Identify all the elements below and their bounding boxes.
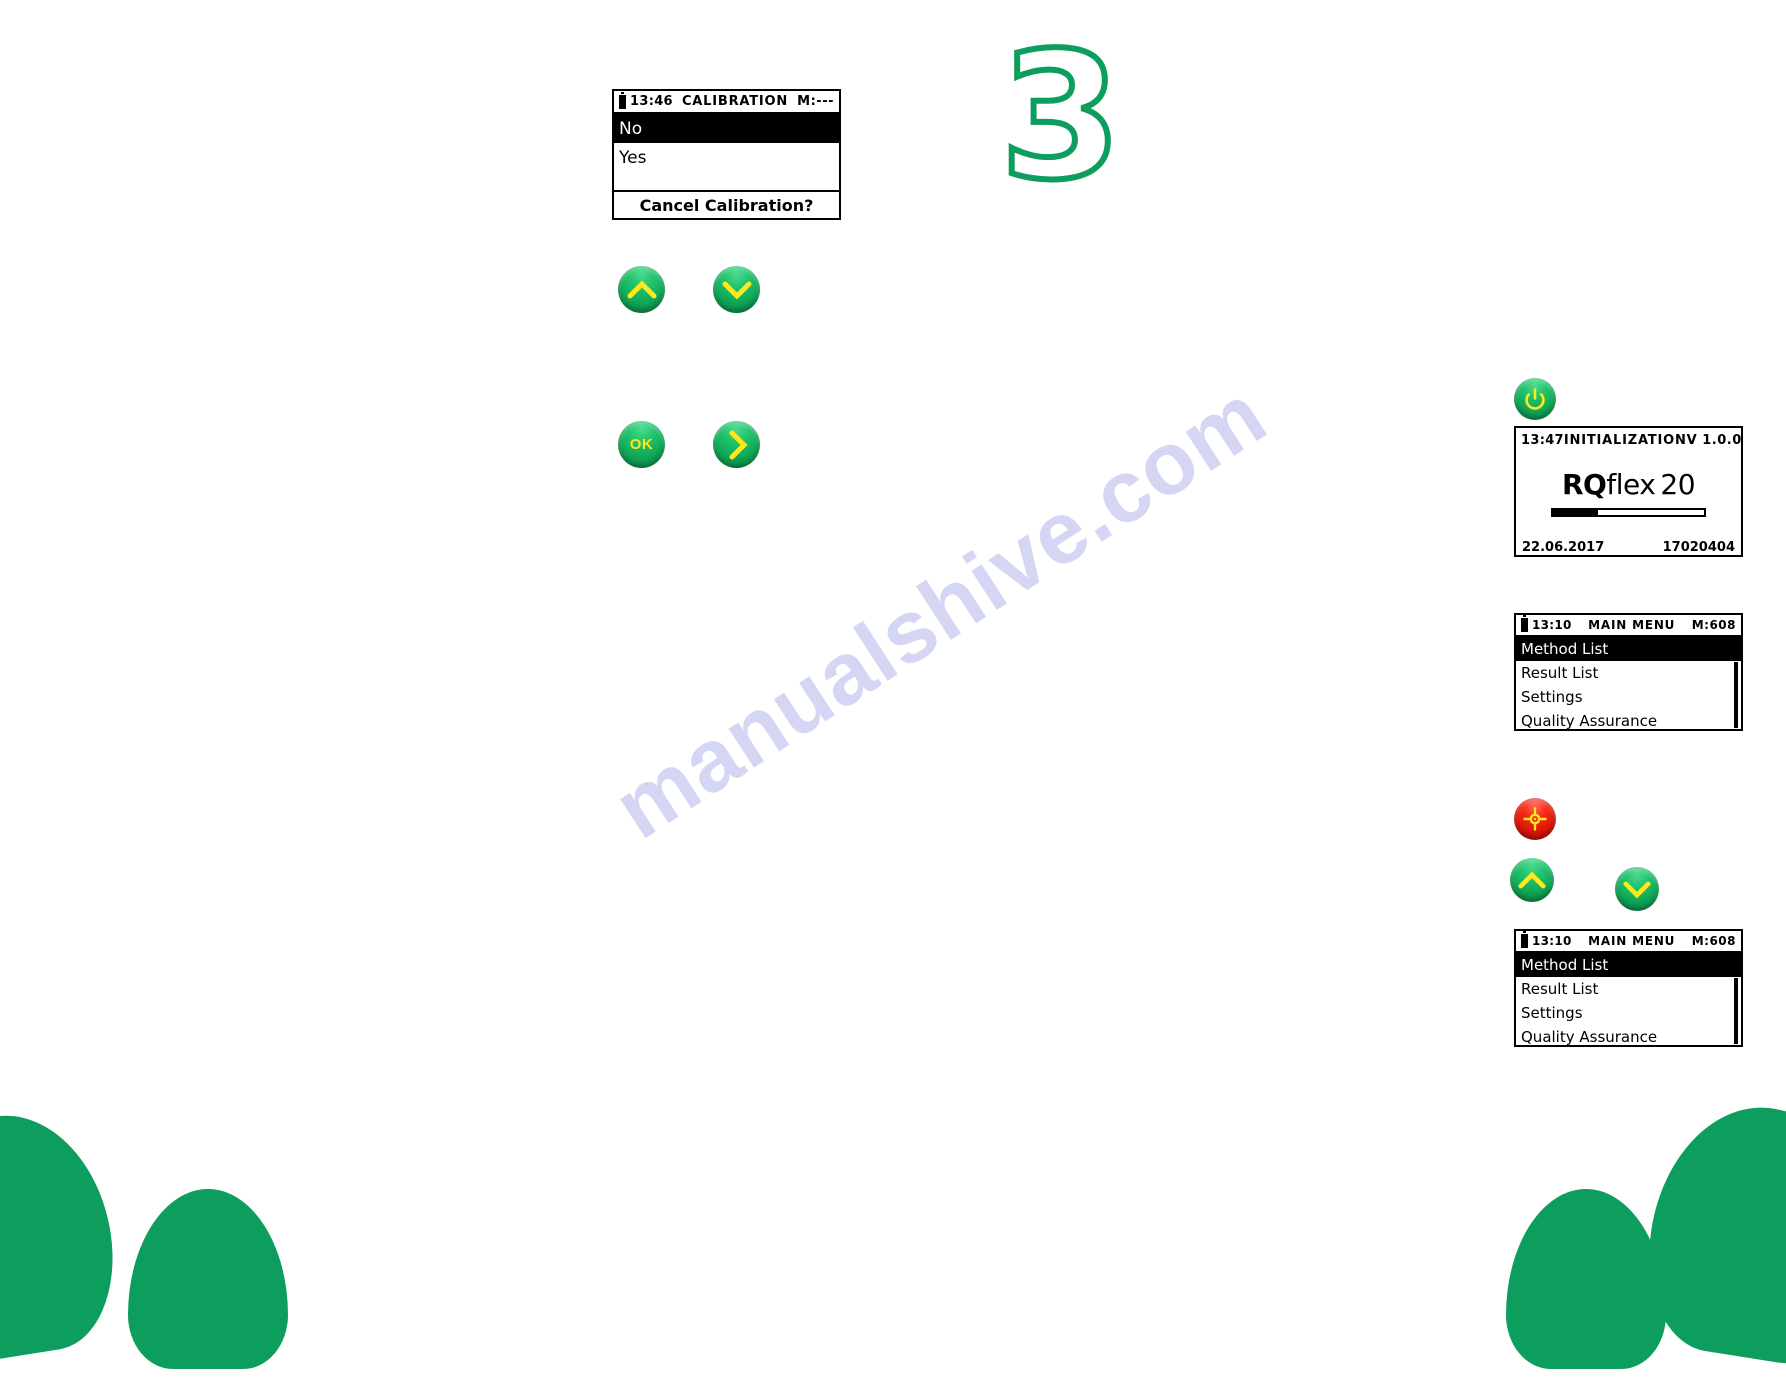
initialization-body: RQflex 20 22.06.2017 17020404 [1516,452,1741,559]
chevron-down-icon [722,280,752,300]
main-menu-item-quality-assurance[interactable]: Quality Assurance [1516,1025,1741,1049]
main-menu-item-method-list[interactable]: Method List [1516,953,1741,977]
lcd-title: INITIALIZATION [1563,432,1687,448]
lcd-time: 13:10 [1532,618,1572,632]
button-down[interactable] [713,266,760,313]
lcd-screen-main-menu-1: 13:10 MAIN MENU M:608 Method List Result… [1514,613,1743,731]
decorative-leaf-bottom-left-large [0,1101,128,1375]
scrollbar[interactable] [1734,978,1738,1044]
logo-part-flex: flex [1606,468,1656,501]
calibration-option-label: Yes [619,147,647,168]
main-menu-item-label: Result List [1521,980,1599,998]
lcd-header-initialization: 13:47 INITIALIZATION V 1.0.0 [1516,428,1741,452]
main-menu-list: Method List Result List Settings Quality… [1516,953,1741,1046]
lcd-title: MAIN MENU [1588,934,1676,948]
lcd-header-main-menu: 13:10 MAIN MENU M:608 [1516,931,1741,953]
decorative-leaf-bottom-left-small [128,1189,288,1369]
watermark-text: manualshive.com [596,363,1283,858]
logo-part-rq: RQ [1561,468,1607,501]
main-menu-item-settings[interactable]: Settings [1516,685,1741,709]
rqflex-logo: RQflex 20 [1516,468,1741,501]
main-menu-item-label: Method List [1521,956,1609,974]
main-menu-item-label: Result List [1521,664,1599,682]
button-ok[interactable]: OK [618,421,665,468]
lcd-screen-main-menu-2: 13:10 MAIN MENU M:608 Method List Result… [1514,929,1743,1047]
chevron-up-icon [627,279,657,300]
chevron-right-icon [727,430,748,460]
decorative-leaf-bottom-right-small [1506,1189,1666,1369]
button-down[interactable] [1615,867,1659,911]
main-menu-item-settings[interactable]: Settings [1516,1001,1741,1025]
main-menu-item-quality-assurance[interactable]: Quality Assurance [1516,709,1741,733]
lcd-title: CALIBRATION [681,94,789,109]
lcd-header-calibration: 13:46 CALIBRATION M:--- [614,91,839,114]
chevron-up-icon [1518,871,1546,890]
calibration-prompt: Cancel Calibration? [614,190,839,218]
calibration-option-label: No [619,118,643,139]
battery-icon [1521,615,1528,632]
power-icon [1523,387,1547,411]
button-ok-label: OK [629,436,654,453]
main-menu-item-label: Settings [1521,688,1583,706]
lcd-time: 13:10 [1532,934,1572,948]
initialization-date: 22.06.2017 [1522,540,1605,555]
initialization-serial-number: 17020404 [1662,540,1735,555]
main-menu-item-result-list[interactable]: Result List [1516,977,1741,1001]
initialization-progress-fill [1553,510,1599,515]
lcd-memory-count: M:608 [1691,618,1736,632]
lcd-memory-count: M:608 [1691,934,1736,948]
main-menu-item-method-list[interactable]: Method List [1516,637,1741,661]
main-menu-item-label: Quality Assurance [1521,1028,1658,1046]
battery-icon [619,91,626,109]
chevron-down-icon [1623,880,1651,899]
lcd-header-main-menu: 13:10 MAIN MENU M:608 [1516,615,1741,637]
button-measure[interactable] [1514,798,1556,840]
lcd-time: 13:46 [630,94,673,109]
main-menu-list: Method List Result List Settings Quality… [1516,637,1741,730]
button-up[interactable] [618,266,665,313]
calibration-option-yes[interactable]: Yes [614,143,839,172]
scrollbar[interactable] [1734,662,1738,728]
measure-crosshair-icon [1523,807,1547,831]
main-menu-item-result-list[interactable]: Result List [1516,661,1741,685]
initialization-progress-bar [1551,508,1706,517]
calibration-option-no[interactable]: No [614,114,839,143]
step-number: 3 [997,16,1125,219]
main-menu-item-label: Settings [1521,1004,1583,1022]
button-up[interactable] [1510,858,1554,902]
lcd-title: MAIN MENU [1588,618,1676,632]
lcd-time: 13:47 [1521,432,1564,448]
lcd-memory-count: M:--- [797,94,834,109]
lcd-screen-calibration: 13:46 CALIBRATION M:--- No Yes Cancel Ca… [612,89,841,220]
initialization-footer: 22.06.2017 17020404 [1522,540,1735,555]
button-power[interactable] [1514,378,1556,420]
logo-part-20: 20 [1660,468,1696,501]
lcd-firmware-version: V 1.0.0 [1686,432,1742,448]
calibration-option-list: No Yes [614,114,839,190]
button-right[interactable] [713,421,760,468]
main-menu-item-label: Method List [1521,640,1609,658]
lcd-screen-initialization: 13:47 INITIALIZATION V 1.0.0 RQflex 20 2… [1514,426,1743,557]
main-menu-item-label: Quality Assurance [1521,712,1658,730]
battery-icon [1521,931,1528,948]
